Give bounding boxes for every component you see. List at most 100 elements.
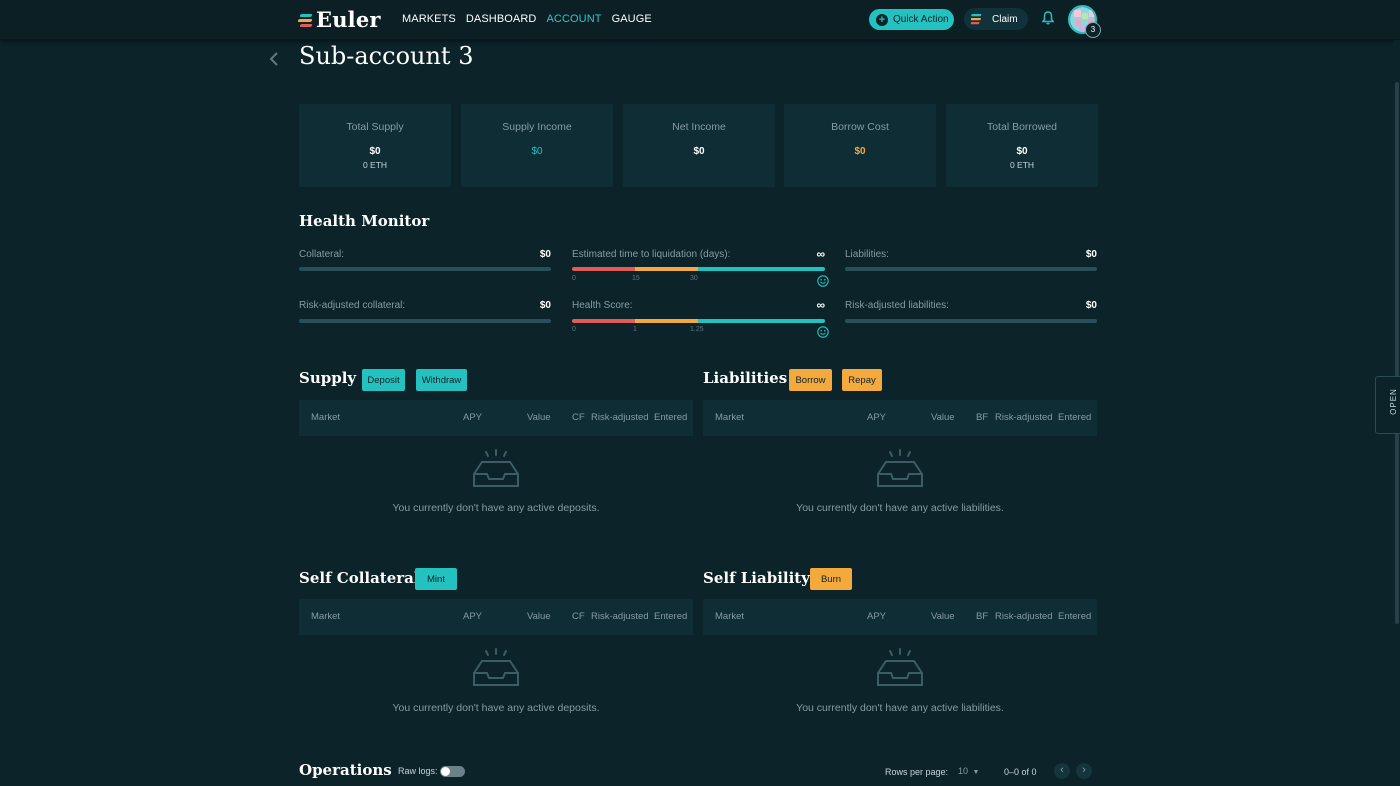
empty-inbox-icon	[473, 449, 519, 487]
chevron-left-icon: ‹	[1060, 764, 1064, 776]
quick-action-button[interactable]: + Quick Action	[869, 9, 954, 30]
stat-value: $0	[1016, 146, 1028, 157]
self-collateral-empty-text: You currently don't have any active depo…	[392, 702, 600, 714]
liabilities-table-header: Market APY Value BF Risk-adjusted Entere…	[703, 400, 1097, 436]
logo-text: Euler	[316, 7, 381, 32]
borrow-button[interactable]: Borrow	[789, 369, 832, 391]
euler-logo[interactable]: Euler	[297, 7, 381, 32]
stat-label: Net Income	[672, 121, 726, 133]
col-apy[interactable]: APY	[463, 611, 482, 622]
risk-adjusted-liabilities-bar	[845, 319, 1097, 323]
col-market[interactable]: Market	[311, 611, 340, 622]
col-market[interactable]: Market	[311, 412, 340, 423]
risk-adjusted-collateral-bar	[299, 319, 551, 323]
col-entered[interactable]: Entered	[654, 412, 687, 423]
next-page-button[interactable]: ›	[1076, 763, 1092, 779]
gauge-tick: 15	[632, 275, 640, 282]
rows-per-page-label: Rows per page:	[885, 767, 949, 777]
claim-button[interactable]: Claim	[964, 8, 1028, 30]
page-title: Sub-account 3	[299, 42, 474, 70]
col-cf[interactable]: CF	[572, 611, 585, 622]
claim-label: Claim	[992, 13, 1018, 25]
smiley-icon	[817, 275, 829, 287]
open-side-tab[interactable]: OPEN	[1375, 376, 1400, 434]
col-market[interactable]: Market	[715, 412, 744, 423]
nav-account[interactable]: ACCOUNT	[546, 13, 601, 25]
col-value[interactable]: Value	[527, 611, 551, 622]
col-entered[interactable]: Entered	[1058, 412, 1091, 423]
top-navigation-bar: Euler MARKETS DASHBOARD ACCOUNT GAUGE + …	[0, 0, 1400, 40]
liabilities-bar	[845, 267, 1097, 271]
plus-circle-icon: +	[876, 13, 888, 26]
mint-button[interactable]: Mint	[415, 568, 457, 590]
stat-value: $0	[693, 146, 705, 157]
stat-value: $0	[369, 146, 381, 157]
bell-icon[interactable]	[1041, 10, 1055, 26]
chevron-left-icon[interactable]	[267, 50, 281, 68]
col-bf[interactable]: BF	[976, 611, 988, 622]
gauge-tick: 1.25	[690, 326, 704, 333]
stat-label: Borrow Cost	[831, 121, 889, 133]
repay-button[interactable]: Repay	[842, 369, 882, 391]
stat-sub: 0 ETH	[1009, 160, 1035, 170]
rows-per-page-select[interactable]: 10 ▼	[955, 764, 984, 778]
col-cf[interactable]: CF	[572, 412, 585, 423]
deposit-button[interactable]: Deposit	[362, 369, 405, 391]
gauge-tick: 0	[572, 275, 576, 282]
liabilities-title: Liabilities	[703, 369, 788, 387]
collateral-bar	[299, 267, 551, 271]
col-risk-adjusted[interactable]: Risk-adjusted	[995, 611, 1053, 622]
stat-label: Total Supply	[346, 121, 404, 133]
col-apy[interactable]: APY	[463, 412, 482, 423]
empty-inbox-icon	[877, 449, 923, 487]
gauge-tick: 1	[633, 326, 637, 333]
col-apy[interactable]: APY	[867, 611, 886, 622]
toggle-knob	[441, 767, 450, 776]
col-value[interactable]: Value	[931, 611, 955, 622]
previous-page-button[interactable]: ‹	[1054, 763, 1070, 779]
chevron-right-icon: ›	[1082, 764, 1086, 776]
burn-button[interactable]: Burn	[810, 568, 852, 590]
self-liability-empty-text: You currently don't have any active liab…	[796, 702, 1004, 714]
supply-title: Supply	[299, 369, 357, 387]
col-risk-adjusted[interactable]: Risk-adjusted	[591, 611, 649, 622]
col-entered[interactable]: Entered	[1058, 611, 1091, 622]
withdraw-button[interactable]: Withdraw	[416, 369, 467, 391]
col-risk-adjusted[interactable]: Risk-adjusted	[591, 412, 649, 423]
health-monitor-title: Health Monitor	[299, 212, 430, 230]
health-score-label: Health Score:	[572, 300, 633, 311]
self-liability-title: Self Liability	[703, 569, 810, 587]
stat-borrow-cost: Borrow Cost $0	[784, 104, 936, 187]
quick-action-label: Quick Action	[893, 14, 949, 25]
nav-dashboard[interactable]: DASHBOARD	[466, 13, 537, 25]
col-apy[interactable]: APY	[867, 412, 886, 423]
col-risk-adjusted[interactable]: Risk-adjusted	[995, 412, 1053, 423]
stat-label: Supply Income	[502, 121, 572, 133]
col-value[interactable]: Value	[527, 412, 551, 423]
collateral-value: $0	[539, 249, 551, 260]
avatar-badge: 3	[1085, 22, 1101, 38]
open-tab-label: OPEN	[1388, 388, 1398, 415]
health-score-gauge	[572, 319, 825, 323]
liabilities-value: $0	[1085, 249, 1097, 260]
self-liability-table-header: Market APY Value BF Risk-adjusted Entere…	[703, 599, 1097, 635]
euler-logo-icon	[297, 12, 314, 28]
scrollbar-thumb[interactable]	[1395, 82, 1399, 624]
col-market[interactable]: Market	[715, 611, 744, 622]
raw-logs-label: Raw logs:	[398, 766, 438, 776]
nav-gauge[interactable]: GAUGE	[612, 13, 652, 25]
risk-adjusted-liabilities-value: $0	[1085, 300, 1097, 311]
stat-value: $0	[854, 146, 866, 157]
col-entered[interactable]: Entered	[654, 611, 687, 622]
gauge-tick: 30	[690, 275, 698, 282]
supply-empty-text: You currently don't have any active depo…	[392, 502, 600, 514]
euler-token-icon	[971, 14, 982, 25]
col-value[interactable]: Value	[931, 412, 955, 423]
stat-total-borrowed: Total Borrowed $0 0 ETH	[946, 104, 1098, 187]
nav-markets[interactable]: MARKETS	[402, 13, 456, 25]
risk-adjusted-collateral-value: $0	[539, 300, 551, 311]
raw-logs-toggle[interactable]	[440, 766, 465, 777]
col-bf[interactable]: BF	[976, 412, 988, 423]
stat-net-income: Net Income $0	[623, 104, 775, 187]
stat-supply-income: Supply Income $0	[461, 104, 613, 187]
